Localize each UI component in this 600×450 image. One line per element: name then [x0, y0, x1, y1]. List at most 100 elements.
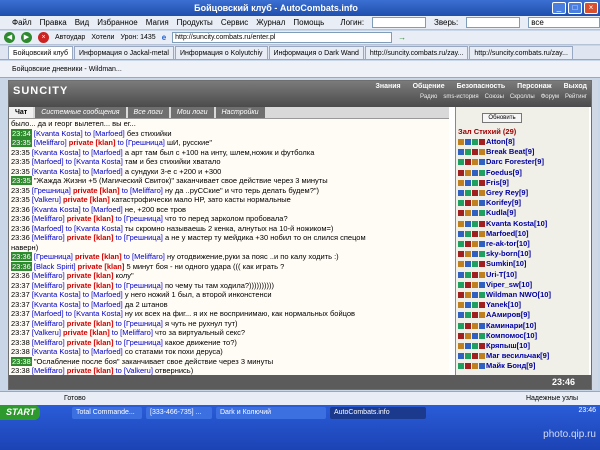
user-row[interactable]: Kudla[9] — [458, 208, 588, 218]
chat-nick[interactable]: [Valkeru] — [32, 195, 61, 204]
chat-nick[interactable]: [Meliffaro] — [32, 271, 65, 280]
tab-diaries[interactable]: Бойцовские дневники - Wildman... — [0, 61, 600, 78]
browser-tab[interactable]: Информация о Kolyutchiy — [174, 46, 268, 59]
user-row[interactable]: Darc Forester[9] — [458, 157, 588, 167]
user-name[interactable]: Viper_sw — [486, 280, 519, 289]
game-nav-item[interactable]: Безопасность — [457, 83, 506, 90]
close-icon[interactable]: × — [584, 2, 598, 14]
hoteli-button[interactable]: Хотели — [91, 34, 114, 41]
taskbar-button[interactable]: Total Commande... — [72, 407, 142, 419]
chat-recipient[interactable]: to [Marfoed] — [83, 347, 123, 356]
user-name[interactable]: Yanek — [486, 300, 508, 309]
user-name[interactable]: Kvanta Kosta — [486, 219, 534, 228]
user-row[interactable]: Компомос[10] — [458, 331, 588, 341]
menu-item[interactable]: Журнал — [256, 18, 285, 27]
user-name[interactable]: Sumkin — [486, 259, 513, 268]
user-name[interactable]: Компомос — [486, 331, 524, 340]
user-name[interactable]: Darc Forester — [486, 157, 535, 166]
user-name[interactable]: Wildman NWO — [486, 290, 538, 299]
user-row[interactable]: Маг весильчак[9] — [458, 351, 588, 361]
forward-icon[interactable]: ▶ — [21, 32, 32, 43]
chat-recipient[interactable]: to [Kvanta Kosta] — [66, 309, 123, 318]
menu-item[interactable]: Продукты — [177, 18, 213, 27]
menu-item[interactable]: Правка — [40, 18, 67, 27]
browser-tab[interactable]: http://suncity.combats.ru/zay... — [364, 46, 469, 59]
chat-nick[interactable]: [Marfoed] — [32, 224, 64, 233]
user-row[interactable]: Viper_sw[10] — [458, 280, 588, 290]
chat-recipient[interactable]: to [Valkeru] — [116, 366, 153, 375]
user-name[interactable]: Foedus — [486, 168, 513, 177]
game-subnav-item[interactable]: Союзы — [485, 94, 504, 100]
refresh-button[interactable]: Обновить — [482, 113, 522, 123]
stop-icon[interactable]: × — [38, 32, 49, 43]
chat-nick[interactable]: [Kvanta Kosta] — [32, 167, 81, 176]
chat-recipient[interactable]: to [Meliffaro] — [112, 328, 153, 337]
user-row[interactable]: Майк Бонд[9] — [458, 361, 588, 371]
chat-nick[interactable]: [Black Spirit] — [34, 262, 76, 271]
user-row[interactable]: Каминари[10] — [458, 321, 588, 331]
game-subnav-item[interactable]: Форум — [541, 94, 559, 100]
start-button[interactable]: START — [0, 405, 40, 420]
taskbar-button[interactable]: Dark и Колючий — [216, 407, 326, 419]
user-row[interactable]: Yanek[10] — [458, 300, 588, 310]
chat-recipient[interactable]: to [Marfoed] — [85, 129, 125, 138]
browser-tab[interactable]: http://suncity.combats.ru/zay... — [469, 46, 573, 59]
user-row[interactable]: Marfoed[10] — [458, 229, 588, 239]
chat-nick[interactable]: [Meliffaro] — [32, 233, 65, 242]
user-name[interactable]: Atton — [486, 137, 506, 146]
chat-nick[interactable]: [Kvanta Kosta] — [32, 148, 81, 157]
menu-item[interactable]: Помощь — [293, 18, 324, 27]
chat-nick[interactable]: [Meliffaro] — [32, 338, 65, 347]
maximize-icon[interactable]: □ — [568, 2, 582, 14]
user-name[interactable]: Каминари — [486, 321, 523, 330]
menu-item[interactable]: Вид — [75, 18, 89, 27]
chat-nick[interactable]: [Marfoed] — [32, 309, 64, 318]
chat-recipient[interactable]: to [Грешница] — [116, 281, 163, 290]
chat-tab[interactable]: Чат — [9, 107, 34, 118]
user-name[interactable]: Grey Rey — [486, 188, 519, 197]
login-field[interactable] — [372, 17, 426, 28]
user-row[interactable]: Sumkin[10] — [458, 259, 588, 269]
user-name[interactable]: Korifey — [486, 198, 512, 207]
menu-item[interactable]: Избранное — [97, 18, 138, 27]
page-scrollbar[interactable] — [592, 80, 598, 390]
address-bar[interactable]: http://suncity.combats.ru/enter.pl — [172, 32, 393, 43]
taskbar-button[interactable]: AutoCombats.info — [330, 407, 426, 419]
chat-nick[interactable]: [Kvanta Kosta] — [32, 290, 81, 299]
user-row[interactable]: АAмиров[9] — [458, 310, 588, 320]
chat-nick[interactable]: [Marfoed] — [32, 157, 64, 166]
user-row[interactable]: Korifey[9] — [458, 198, 588, 208]
user-row[interactable]: Grey Rey[9] — [458, 188, 588, 198]
chat-nick[interactable]: [Kvanta Kosta] — [34, 129, 83, 138]
chat-tab[interactable]: Мои логи — [170, 107, 214, 118]
menu-item[interactable]: Сервис — [221, 18, 248, 27]
menu-item[interactable]: Файл — [12, 18, 32, 27]
user-name[interactable]: sky-born — [486, 249, 518, 258]
chat-nick[interactable]: [Kvanta Kosta] — [32, 347, 81, 356]
browser-tab[interactable]: Информация о Jackal-metal — [74, 46, 174, 59]
chat-nick[interactable]: [Meliffaro] — [32, 366, 65, 375]
chat-recipient[interactable]: to [Marfoed] — [83, 205, 123, 214]
chat-recipient[interactable]: to [Грешница] — [116, 338, 163, 347]
game-subnav-item[interactable]: Скроллы — [510, 94, 535, 100]
user-row[interactable]: Fris[9] — [458, 178, 588, 188]
user-row[interactable]: re-ak-tor[10] — [458, 239, 588, 249]
autodar-button[interactable]: Автоудар — [55, 34, 85, 41]
chat-recipient[interactable]: to [Marfoed] — [83, 300, 123, 309]
chat-nick[interactable]: [Meliffaro] — [32, 281, 65, 290]
chat-nick[interactable]: [Kvanta Kosta] — [32, 300, 81, 309]
minimize-icon[interactable]: _ — [552, 2, 566, 14]
user-name[interactable]: Marfoed — [486, 229, 515, 238]
user-name[interactable]: re-ak-tor — [486, 239, 516, 248]
user-row[interactable]: Wildman NWO[10] — [458, 290, 588, 300]
chat-recipient[interactable]: to [Kvanta Kosta] — [66, 224, 123, 233]
chat-recipient[interactable]: to [Грешница] — [118, 138, 165, 147]
chat-nick[interactable]: [Грешница] — [34, 252, 73, 261]
chat-recipient[interactable]: to [Грешница] — [116, 214, 163, 223]
user-row[interactable]: Kvanta Kosta[10] — [458, 219, 588, 229]
back-icon[interactable]: ◀ — [4, 32, 15, 43]
chat-nick[interactable]: [Meliffaro] — [32, 319, 65, 328]
user-name[interactable]: Uri-T — [486, 270, 504, 279]
chat-recipient[interactable]: to [Meliffaro] — [124, 252, 165, 261]
user-name[interactable]: АAмиров — [486, 310, 521, 319]
